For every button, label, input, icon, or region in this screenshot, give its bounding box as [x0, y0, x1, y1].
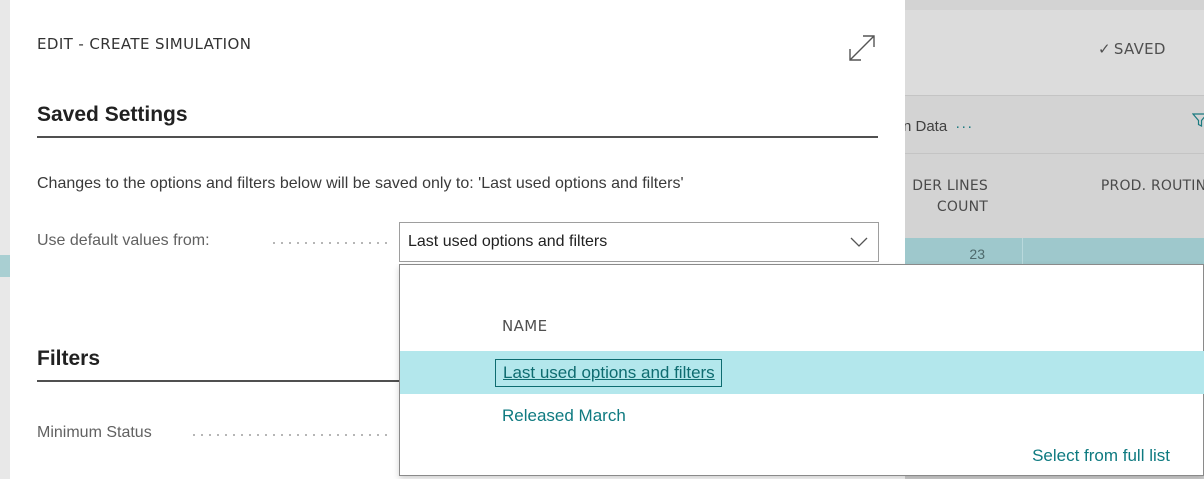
field-leader-dots: [270, 242, 390, 244]
select-from-full-list-link[interactable]: Select from full list: [1032, 446, 1170, 466]
saved-settings-heading: Saved Settings: [37, 103, 188, 126]
filter-icon: [1192, 113, 1204, 127]
left-edge-accent: [0, 255, 10, 277]
filters-divider: [37, 380, 417, 382]
background-action-label: n Data: [903, 118, 948, 135]
chevron-down-icon: [850, 237, 868, 247]
field-leader-dots: [190, 434, 390, 436]
dialog-title: EDIT - CREATE SIMULATION: [37, 35, 252, 53]
dropdown-option-label[interactable]: Last used options and filters: [495, 359, 722, 387]
column-header-prod-routing: PROD. ROUTING L C: [1020, 176, 1204, 218]
saved-status: ✓ SAVED: [1098, 40, 1166, 58]
checkmark-icon: ✓: [1098, 40, 1111, 58]
default-values-select-value: Last used options and filters: [408, 233, 608, 250]
column-header-line: COUNT: [936, 199, 988, 215]
expand-icon[interactable]: [846, 32, 878, 64]
minimum-status-label: Minimum Status: [37, 424, 152, 441]
left-edge-strip: [0, 0, 10, 479]
default-values-select[interactable]: Last used options and filters: [399, 222, 879, 262]
background-action: n Data ···: [903, 118, 973, 135]
row-count-value: 23: [969, 246, 985, 262]
saved-status-label: SAVED: [1113, 40, 1166, 58]
default-values-label: Use default values from:: [37, 232, 210, 249]
saved-settings-divider: [37, 136, 878, 138]
column-header-line: C: [1020, 197, 1204, 218]
more-options-icon: ···: [955, 118, 974, 135]
column-header-line: PROD. ROUTING L: [1100, 178, 1204, 194]
dropdown-column-header: NAME: [502, 317, 548, 335]
filters-heading: Filters: [37, 347, 101, 370]
dropdown-option[interactable]: Released March: [400, 403, 1204, 446]
column-header-line: DER LINES: [912, 178, 988, 194]
default-values-dropdown: NAME Last used options and filters Relea…: [399, 264, 1204, 476]
column-header-lines-count: DER LINES COUNT: [898, 176, 988, 218]
saved-settings-info: Changes to the options and filters below…: [37, 175, 684, 192]
dropdown-option-label[interactable]: Released March: [502, 406, 626, 426]
dropdown-option[interactable]: Last used options and filters: [400, 351, 1204, 394]
